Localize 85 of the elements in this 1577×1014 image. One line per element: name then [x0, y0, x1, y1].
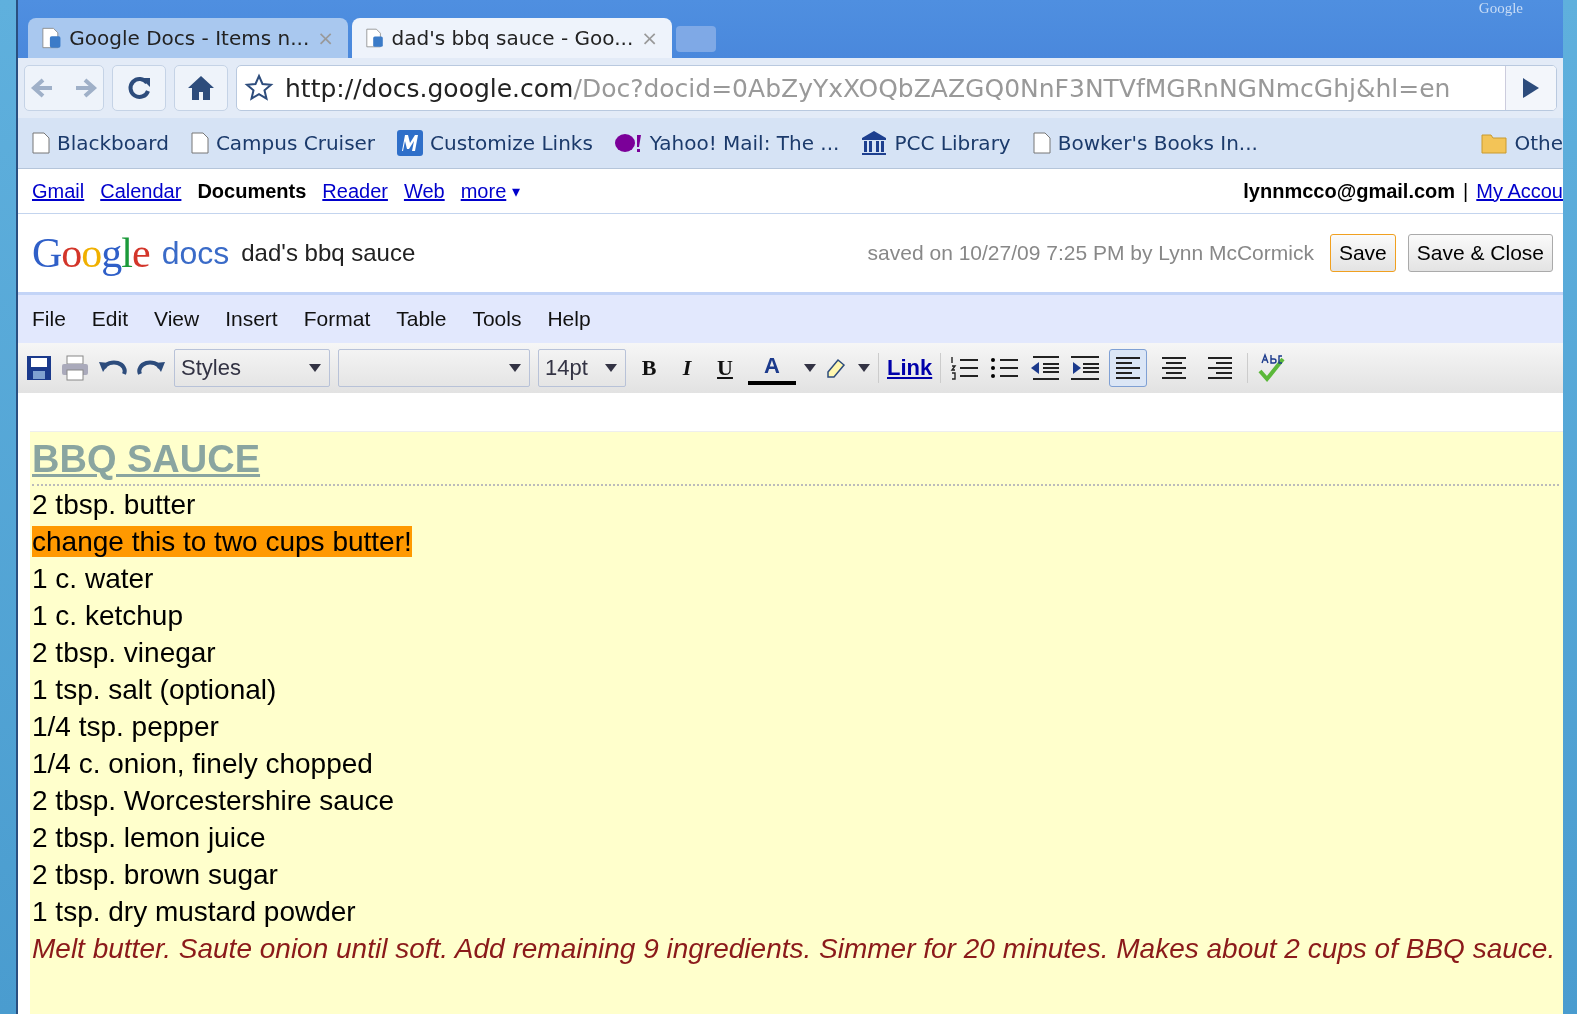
- menu-item[interactable]: Table: [396, 307, 447, 331]
- brand-text: Google: [1478, 0, 1523, 16]
- logo: Google: [32, 229, 150, 277]
- browser-tab[interactable]: dad's bbq sauce - Goo... ×: [352, 18, 672, 58]
- browser-tab[interactable]: Google Docs - Items n... ×: [28, 18, 348, 58]
- bookmark-link[interactable]: Customize Links: [397, 130, 593, 156]
- align-button[interactable]: [1109, 349, 1148, 387]
- caret-icon: [858, 364, 870, 372]
- ingredient-line: 1 c. water: [32, 562, 155, 596]
- text-color-button[interactable]: A: [748, 351, 796, 385]
- underline-button[interactable]: U: [710, 350, 740, 386]
- m-logo-icon: [397, 130, 424, 156]
- account-link[interactable]: My Accou: [1476, 179, 1563, 203]
- arrows-icon: [29, 76, 99, 100]
- italic-button[interactable]: I: [672, 350, 702, 386]
- ingredient-line: 2 tbsp. brown sugar: [32, 858, 279, 892]
- nav-link[interactable]: Gmail: [32, 179, 85, 203]
- bold-button[interactable]: B: [634, 350, 664, 386]
- caret-icon: [309, 364, 321, 372]
- home-icon: [187, 74, 215, 102]
- ingredient-line: 1 c. ketchup: [32, 599, 184, 633]
- menu-item[interactable]: Help: [547, 307, 591, 331]
- instructions-text: Melt butter. Saute onion until soft. Add remaining 9 ingredients. Simmer for 20 minutes. Makes about 2 cups of BBQ sauce.: [32, 932, 1557, 966]
- play-icon: [1523, 78, 1539, 98]
- ingredient-line: 2 tbsp. lemon juice: [32, 821, 267, 855]
- menu-item[interactable]: Format: [303, 307, 371, 331]
- ingredient-line: 1/4 tsp. pepper: [32, 710, 220, 744]
- bookmark-link[interactable]: PCC Library: [861, 130, 1011, 156]
- save-button[interactable]: Save: [1329, 234, 1396, 272]
- address-bar[interactable]: http://docs.google.com/Doc?docid=0AbZyYxXOQbZAZGQ0NnF3NTVfMGRnNGNmcGhj&hl=en: [236, 65, 1557, 111]
- print-icon[interactable]: [60, 355, 90, 381]
- outdent-icon[interactable]: [1029, 355, 1062, 381]
- nav-link[interactable]: more: [460, 179, 507, 203]
- bookmark-link[interactable]: Yahoo! Mail: The ...: [614, 131, 840, 155]
- yahoo-icon: [614, 133, 643, 153]
- bookmark-link[interactable]: Othe: [1481, 131, 1563, 155]
- caret-icon: [605, 364, 617, 372]
- font-size-dropdown[interactable]: 14pt: [538, 349, 626, 387]
- tab-title: Google Docs - Items n...: [69, 26, 310, 50]
- ingredient-line: 1 tsp. dry mustard powder: [32, 895, 357, 929]
- document-heading: BBQ SAUCE: [32, 436, 1559, 486]
- nav-link[interactable]: Documents: [197, 179, 307, 203]
- ingredient-line: 2 tbsp. vinegar: [32, 636, 217, 670]
- menu-item[interactable]: View: [154, 307, 200, 331]
- page-icon: [32, 132, 50, 154]
- document-title[interactable]: dad's bbq sauce: [241, 239, 416, 267]
- caret-icon: [804, 364, 816, 372]
- menu-item[interactable]: Insert: [225, 307, 278, 331]
- save-status: saved on 10/27/09 7:25 PM by Lynn McCormick: [867, 241, 1314, 265]
- link-button[interactable]: Link: [887, 355, 933, 381]
- ingredient-line: 2 tbsp. Worcestershire sauce: [32, 784, 396, 818]
- library-icon: [861, 130, 888, 156]
- folder-icon: [1481, 132, 1508, 154]
- save-icon[interactable]: [26, 355, 52, 381]
- tab-title: dad's bbq sauce - Goo...: [391, 26, 634, 50]
- nav-link[interactable]: Reader: [322, 179, 388, 203]
- reload-button[interactable]: [112, 65, 166, 111]
- bookmark-link[interactable]: Campus Cruiser: [190, 131, 376, 155]
- styles-dropdown[interactable]: Styles: [174, 349, 330, 387]
- caret-icon: [509, 364, 521, 372]
- dropdown-arrow[interactable]: ▾: [512, 181, 521, 201]
- save-close-button[interactable]: Save & Close: [1407, 234, 1553, 272]
- page-icon: [190, 132, 209, 154]
- menu-item[interactable]: File: [32, 307, 66, 331]
- url-text: http://docs.google.com/Doc?docid=0AbZyYxXOQbZAZGQ0NnF3NTVfMGRnNGNmcGhj&hl=en: [284, 73, 1452, 103]
- user-email: lynnmcco@gmail.com: [1243, 179, 1456, 203]
- indent-icon[interactable]: [1069, 355, 1102, 381]
- page-icon: [1032, 132, 1051, 154]
- menu-item[interactable]: Tools: [472, 307, 522, 331]
- menu-item[interactable]: Edit: [91, 307, 129, 331]
- spellcheck-icon[interactable]: [1256, 353, 1287, 383]
- logo-suffix: docs: [161, 234, 230, 272]
- ingredient-line: 2 tbsp. butter: [32, 488, 197, 522]
- bookmark-link[interactable]: Bowker's Books In...: [1032, 131, 1258, 155]
- nav-link[interactable]: Calendar: [100, 179, 182, 203]
- go-button[interactable]: [1505, 66, 1556, 110]
- bookmark-link[interactable]: Blackboard: [32, 131, 169, 155]
- ingredient-line: 1 tsp. salt (optional): [32, 673, 278, 707]
- nav-link[interactable]: Web: [403, 179, 445, 203]
- ingredient-line: 1/4 c. onion, finely chopped: [32, 747, 374, 781]
- document-icon: [42, 26, 62, 50]
- document-icon: [366, 26, 384, 50]
- highlighted-text: change this to two cups butter!: [32, 526, 412, 557]
- separator-text: |: [1463, 179, 1469, 203]
- home-button[interactable]: [174, 65, 228, 111]
